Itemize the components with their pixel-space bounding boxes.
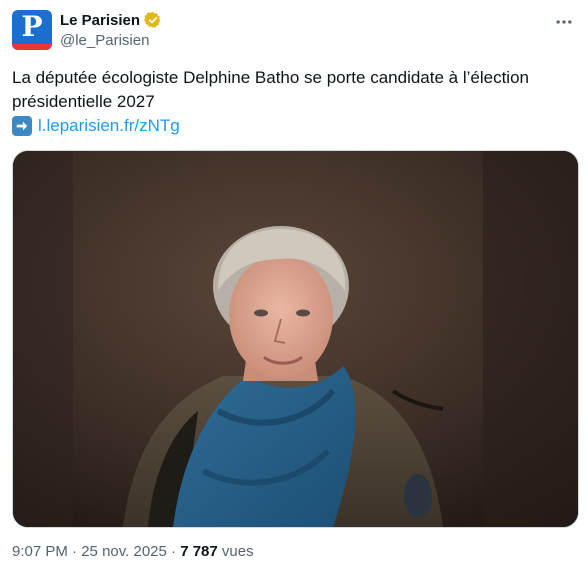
author-name-row: Le Parisien [60,11,162,29]
tweet-text: La députée écologiste Delphine Batho se … [12,68,529,111]
avatar[interactable]: P [12,10,52,50]
meta-separator-2: · [166,543,181,560]
tweet-link-row: l.leparisien.fr/zNTg [12,114,180,138]
tweet-card: P Le Parisien @le_Parisien La députée éc… [0,0,588,567]
tweet-time[interactable]: 9:07 PM [12,543,68,560]
author-display-name[interactable]: Le Parisien [60,12,140,29]
more-options-button[interactable] [552,10,576,34]
more-horizontal-icon [556,20,572,24]
tweet-link[interactable]: l.leparisien.fr/zNTg [38,114,180,138]
meta-separator: · [67,543,82,560]
portrait-photo-illustration [13,151,578,527]
avatar-red-stripe [12,44,52,50]
verified-badge-icon [144,11,162,29]
author-handle[interactable]: @le_Parisien [60,32,149,49]
tweet-meta: 9:07 PM · 25 nov. 2025 · 7 787 vues [12,543,254,560]
right-arrow-icon [12,116,32,136]
tweet-photo[interactable] [12,150,579,528]
tweet-date[interactable]: 25 nov. 2025 [81,543,167,560]
views-label: vues [221,543,254,560]
avatar-logo-letter: P [21,10,43,43]
views-count: 7 787 [180,543,218,560]
